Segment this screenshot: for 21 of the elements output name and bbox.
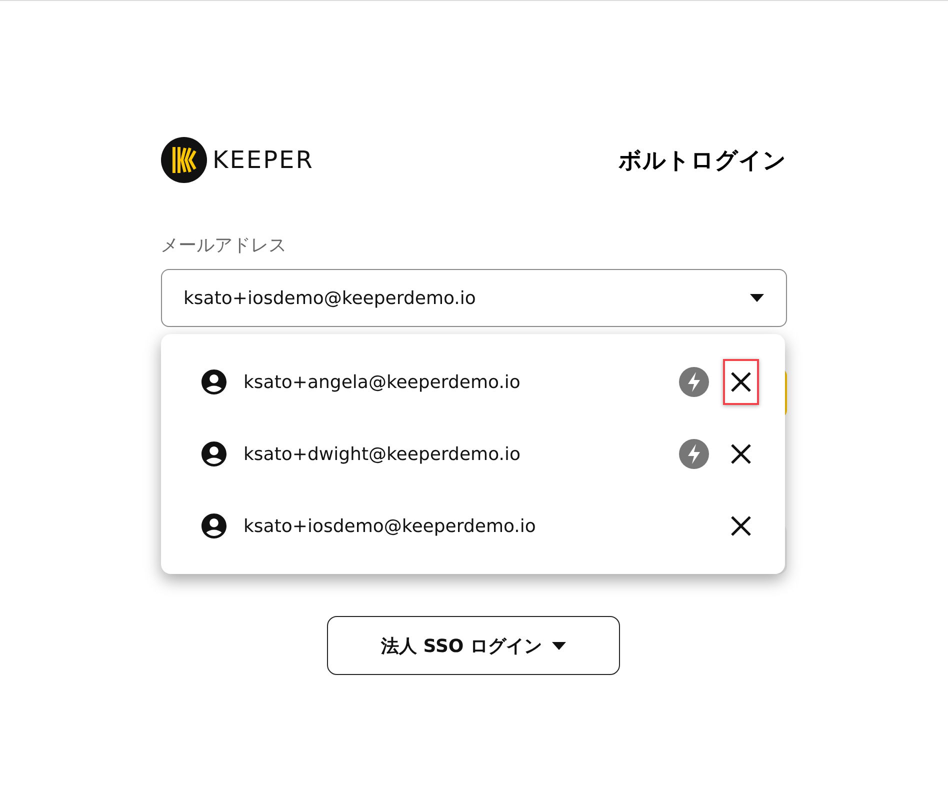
- user-icon: [198, 439, 228, 469]
- account-email: ksato+angela@keeperdemo.io: [244, 372, 522, 392]
- user-icon: [198, 367, 228, 397]
- account-email: ksato+iosdemo@keeperdemo.io: [244, 516, 537, 536]
- brand-name: KEEPER: [212, 146, 314, 174]
- remove-button[interactable]: [722, 359, 758, 405]
- sso-login-button[interactable]: 法人 SSO ログイン: [327, 616, 620, 675]
- account-item[interactable]: ksato+dwight@keeperdemo.io: [160, 418, 784, 490]
- close-icon: [730, 371, 752, 393]
- logo-icon: [160, 137, 206, 183]
- account-item[interactable]: ksato+iosdemo@keeperdemo.io: [160, 490, 784, 562]
- close-icon: [730, 443, 752, 465]
- user-icon: [198, 511, 228, 541]
- close-icon: [730, 515, 752, 537]
- page-title: ボルトログイン: [618, 146, 786, 176]
- caret-icon: [552, 642, 566, 650]
- email-field[interactable]: ksato+iosdemo@keeperdemo.io: [160, 269, 786, 327]
- email-label: メールアドレス: [160, 234, 288, 257]
- account-item[interactable]: ksato+angela@keeperdemo.io: [160, 346, 784, 418]
- caret-icon: [750, 294, 764, 302]
- account-email: ksato+dwight@keeperdemo.io: [244, 444, 522, 464]
